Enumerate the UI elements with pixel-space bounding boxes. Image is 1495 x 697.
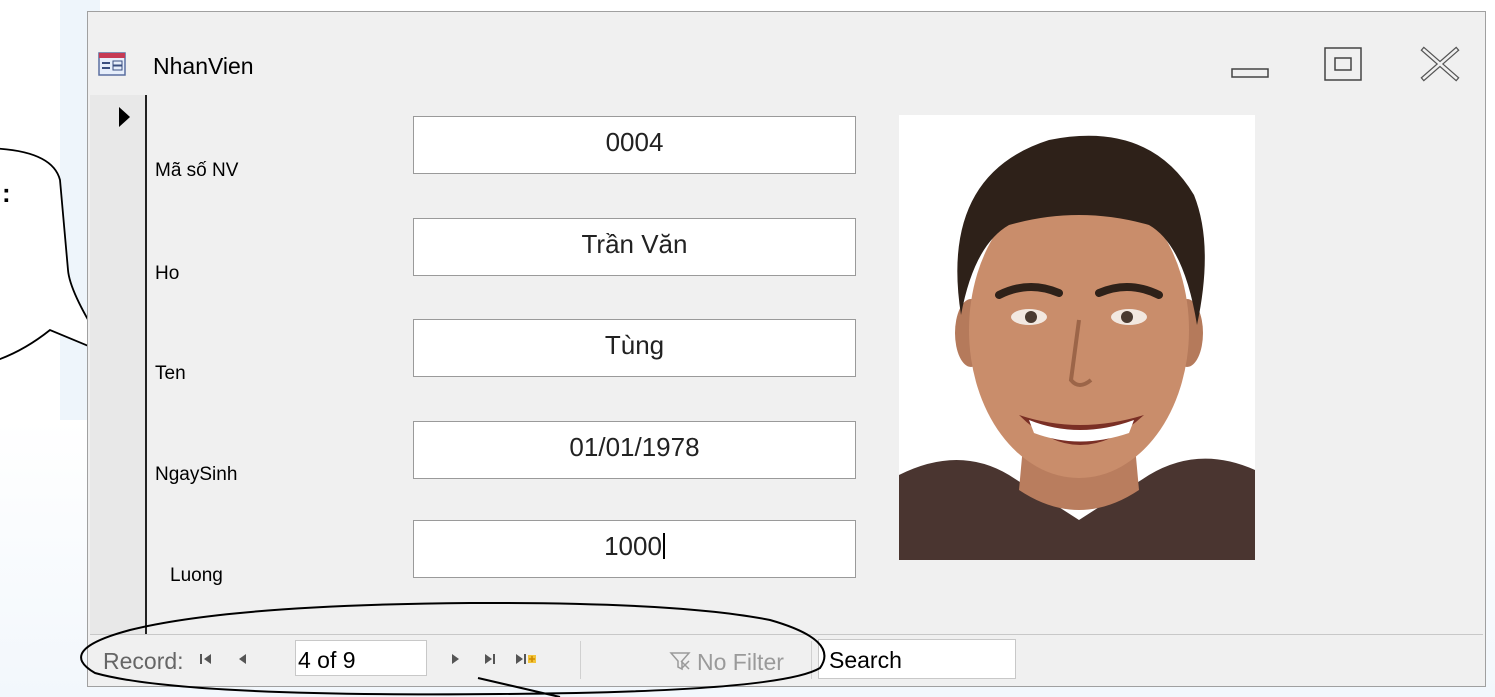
window-title: NhanVien [153,53,254,79]
minimize-icon[interactable] [1228,44,1272,84]
current-record-arrow-icon [119,107,130,127]
ho-input[interactable]: Trần Văn [413,218,856,276]
title-bar: NhanVien [88,12,1485,95]
next-record-icon[interactable] [447,651,463,667]
employee-photo [899,115,1255,560]
text-cursor [662,533,665,559]
no-filter-button[interactable]: No Filter [580,641,812,679]
new-record-icon[interactable] [515,651,537,667]
no-filter-label: No Filter [697,649,784,675]
callout-bubble [0,147,100,360]
first-record-icon[interactable] [198,651,214,667]
form-window: NhanVien Mã số NV 0004 Ho Trần Văn Ten T… [87,11,1486,687]
field-label-ma-so-nv: Mã số NV [155,160,239,181]
current-record-input[interactable]: 4 of 9 [295,640,427,676]
field-label-ten: Ten [155,363,186,384]
previous-record-icon[interactable] [235,651,251,667]
record-navigation-bar: Record: 4 of 9 No Filter Search [90,634,1483,685]
luong-input[interactable]: 1000 [413,520,856,578]
field-label-ngay-sinh: NgaySinh [155,464,238,485]
maximize-icon[interactable] [1321,44,1365,84]
field-label-ho: Ho [155,263,180,284]
luong-value: 1000 [604,531,662,561]
close-icon[interactable] [1418,44,1462,84]
form-view-icon [98,52,126,76]
field-label-luong: Luong [170,565,223,586]
ten-input[interactable]: Tùng [413,319,856,377]
ngay-sinh-input[interactable]: 01/01/1978 [413,421,856,479]
no-filter-icon [669,652,691,671]
search-input[interactable]: Search [818,639,1016,679]
record-selector[interactable] [90,95,147,635]
callout-text: : [2,178,11,208]
record-label: Record: [103,648,184,674]
last-record-icon[interactable] [482,651,498,667]
ma-so-nv-input[interactable]: 0004 [413,116,856,174]
